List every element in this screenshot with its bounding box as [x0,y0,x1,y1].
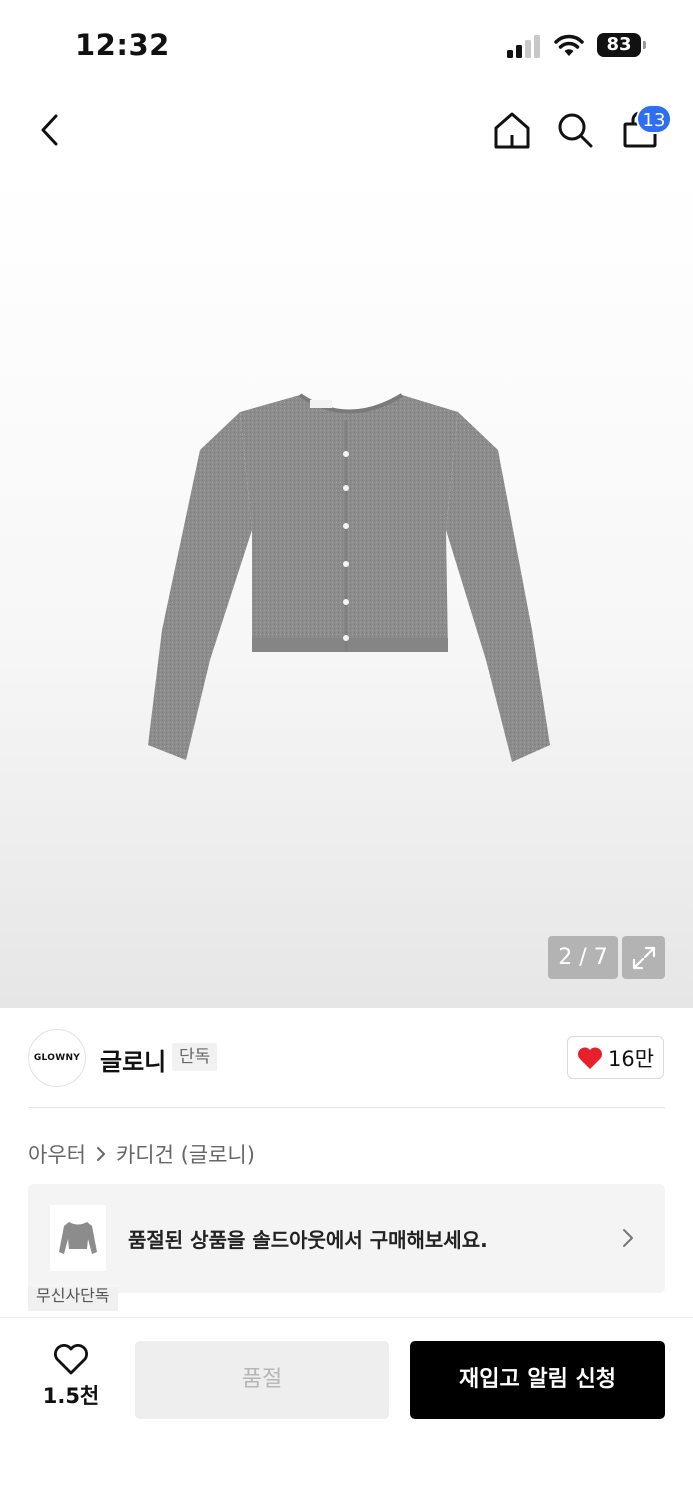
breadcrumb: 아우터 카디건 (글로니) [28,1139,255,1169]
heart-outline-icon [54,1344,88,1375]
expand-image-button[interactable] [622,936,665,979]
chevron-right-icon [96,1147,105,1161]
home-button[interactable] [488,106,536,154]
wishlist-count: 1.5천 [42,1384,100,1408]
cardigan-product-image [148,393,550,762]
search-button[interactable] [551,106,599,154]
brand-name[interactable]: 글로니 [100,1042,166,1077]
battery-indicator: 83 [597,33,647,57]
soldout-button: 품절 [135,1341,389,1419]
chevron-left-icon [41,114,58,146]
heart-filled-icon [577,1046,602,1069]
wishlist-button[interactable]: 1.5천 [28,1344,114,1424]
expand-icon [632,946,655,969]
chevron-right-icon [623,1229,633,1247]
banner-text: 품절된 상품을 솔드아웃에서 구매해보세요. [128,1228,488,1252]
signal-icon [507,35,540,58]
back-button[interactable] [26,106,74,154]
breadcrumb-category[interactable]: 아우터 [28,1139,86,1169]
exclusive-tag: 단독 [172,1043,218,1071]
home-icon [494,112,530,149]
battery-tip [643,41,646,49]
soldout-banner[interactable]: 품절된 상품을 솔드아웃에서 구매해보세요. [28,1184,665,1293]
product-image-carousel[interactable]: 2 / 7 [0,170,693,1008]
top-navigation [0,90,693,170]
brand-row: GLOWNY 글로니 단독 16만 [0,1008,693,1108]
search-icon [558,113,593,148]
cart-count-badge: 13 [636,104,672,134]
musinsa-exclusive-tag: 무신사단독 [28,1287,118,1311]
status-time: 12:32 [75,28,170,62]
image-page-indicator: 2 / 7 [548,936,618,979]
status-bar: 12:32 83 [0,0,693,90]
restock-alert-button[interactable]: 재입고 알림 신청 [410,1341,665,1419]
brand-like-count: 16만 [607,1046,655,1071]
bottom-action-bar: 1.5천 품절 재입고 알림 신청 [0,1317,693,1500]
brand-logo[interactable]: GLOWNY [28,1029,86,1087]
divider [28,1107,665,1108]
breadcrumb-subcategory[interactable]: 카디건 (글로니) [116,1139,255,1169]
brand-like-button[interactable]: 16만 [567,1036,664,1079]
banner-thumbnail [50,1205,106,1271]
battery-level: 83 [597,33,641,57]
cardigan-thumbnail-image [59,1222,97,1254]
wifi-icon [554,34,584,56]
